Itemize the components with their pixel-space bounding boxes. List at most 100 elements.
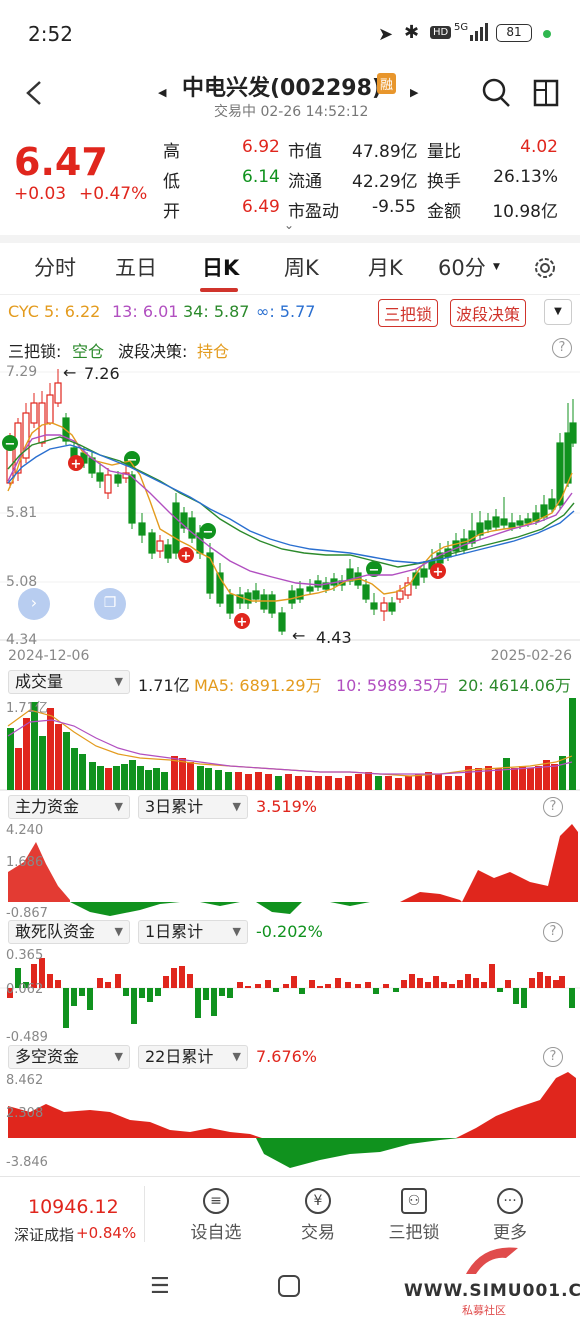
volume-bar: [445, 776, 452, 790]
candle: [388, 602, 396, 612]
dare-fund-bar: [195, 988, 201, 1018]
search-button[interactable]: [480, 76, 512, 114]
help-icon[interactable]: ?: [552, 338, 572, 358]
main-fund-selector[interactable]: 主力资金 ▼: [8, 795, 130, 819]
dare-fund-selector[interactable]: 敢死队资金 ▼: [8, 920, 130, 944]
cyc5-line: [7, 422, 573, 602]
location-icon: ➤: [378, 24, 394, 45]
candle: [164, 544, 172, 559]
band-decision-label: 波段决策:: [118, 342, 188, 361]
candle: [156, 540, 164, 552]
main-fund-period-selector[interactable]: 3日累计 ▼: [138, 795, 248, 819]
caret-icon: ▼: [232, 800, 241, 813]
list-icon: ≡: [203, 1188, 229, 1214]
indicator-dropdown-button[interactable]: ▼: [544, 299, 572, 325]
dare-fund-ymax: 0.365: [6, 948, 44, 963]
positive-area: [8, 1104, 262, 1138]
volume-selector[interactable]: 成交量 ▼: [8, 670, 130, 694]
volume-bar: [345, 776, 352, 790]
android-home-button[interactable]: [278, 1275, 300, 1297]
tab-5day[interactable]: 五日: [115, 252, 157, 282]
cyc5-label: CYC 5: 6.22: [8, 302, 101, 321]
dare-fund-bar: [457, 980, 463, 988]
tab-daily-k[interactable]: 日K: [202, 252, 239, 282]
candle: [362, 584, 370, 600]
nav-three-lock[interactable]: ⚇ 三把锁: [374, 1188, 454, 1243]
dare-fund-bar: [187, 974, 193, 988]
copy-icon[interactable]: ❐: [94, 588, 126, 620]
volume-bar: [315, 776, 322, 790]
candle: [30, 402, 38, 424]
dare-fund-bar: [505, 980, 511, 988]
tab-dropdown-icon[interactable]: ▼: [493, 262, 500, 272]
tab-intraday[interactable]: 分时: [34, 252, 76, 282]
volume-bar: [455, 776, 462, 790]
dare-fund-bar: [203, 988, 209, 1000]
tab-weekly-k[interactable]: 周K: [284, 252, 319, 282]
candle: [278, 612, 286, 632]
dare-fund-bar: [355, 984, 361, 988]
dare-fund-period-selector[interactable]: 1日累计 ▼: [138, 920, 248, 944]
candle: [420, 568, 428, 578]
tab-60min[interactable]: 60分: [438, 252, 486, 282]
volume-bar: [355, 774, 362, 790]
volume-bar: [225, 772, 232, 790]
volume-bar: [375, 776, 382, 790]
volume-bar: [121, 764, 128, 790]
prev-stock-button[interactable]: ◀: [158, 86, 166, 99]
three-lock-button[interactable]: 三把锁: [378, 299, 439, 327]
long-short-selector[interactable]: 多空资金 ▼: [8, 1045, 130, 1069]
nav-more[interactable]: ··· 更多: [470, 1188, 550, 1243]
index-ticker[interactable]: 10946.12 深证成指 +0.84%: [0, 1178, 144, 1248]
dare-fund-bar: [417, 978, 423, 988]
dare-fund-bar: [123, 988, 129, 996]
back-button[interactable]: [20, 76, 50, 110]
battery-icon: 81: [496, 24, 532, 42]
positive-area: [8, 842, 70, 902]
kline-high-marker: ←: [63, 363, 77, 382]
android-menu-button[interactable]: ☰: [150, 1274, 170, 1299]
more-icon: ···: [497, 1188, 523, 1214]
help-icon[interactable]: ?: [543, 922, 563, 942]
price-change-pct: +0.47%: [79, 184, 148, 204]
dare-fund-bar: [309, 980, 315, 988]
candle: [172, 502, 180, 554]
volume-bar: [113, 766, 120, 790]
candle: [380, 602, 388, 612]
candle: [244, 592, 252, 604]
help-icon[interactable]: ?: [543, 1047, 563, 1067]
dare-fund-bar: [473, 978, 479, 988]
dare-fund-value: -0.202%: [256, 922, 323, 941]
volume-bar: [105, 768, 112, 790]
signal-marker-symbol: +: [181, 549, 192, 564]
scroll-right-button[interactable]: ›: [18, 588, 50, 620]
help-icon[interactable]: ?: [543, 797, 563, 817]
stock-title: 中电兴发(002298): [182, 76, 382, 101]
negative-area: [70, 902, 180, 916]
volume-bar: [215, 770, 222, 790]
three-lock-label: 三把锁:: [8, 342, 62, 361]
dare-fund-bar: [393, 988, 399, 992]
long-short-period-selector[interactable]: 22日累计 ▼: [138, 1045, 248, 1069]
dare-fund-bar: [441, 982, 447, 988]
kline-chart[interactable]: − + − + − + − +: [0, 363, 580, 645]
kline-high-label: 7.26: [84, 364, 120, 383]
nav-trade[interactable]: ¥ 交易: [278, 1188, 358, 1243]
dare-fund-bar: [521, 988, 527, 1008]
tab-monthly-k[interactable]: 月K: [368, 252, 403, 282]
band-decision-button[interactable]: 波段决策: [450, 299, 527, 327]
dare-fund-bar: [255, 984, 261, 988]
bluetooth-icon: ✱: [404, 22, 420, 43]
volume-ma5: MA5: 6891.29万: [194, 676, 322, 695]
volume-ymax: 1.71亿: [6, 701, 48, 716]
next-stock-button[interactable]: ▶: [410, 86, 418, 99]
kline-ymin: 4.34: [6, 632, 38, 648]
layout-button[interactable]: [532, 78, 562, 112]
divider: [144, 1186, 145, 1242]
chart-settings-button[interactable]: [532, 255, 558, 285]
stat-value: 6.14: [242, 167, 280, 187]
dare-fund-bar: [227, 988, 233, 998]
nav-add-watchlist[interactable]: ≡ 设自选: [176, 1188, 256, 1243]
candle: [516, 520, 524, 526]
expand-chevron-icon[interactable]: ⌄: [284, 218, 294, 232]
